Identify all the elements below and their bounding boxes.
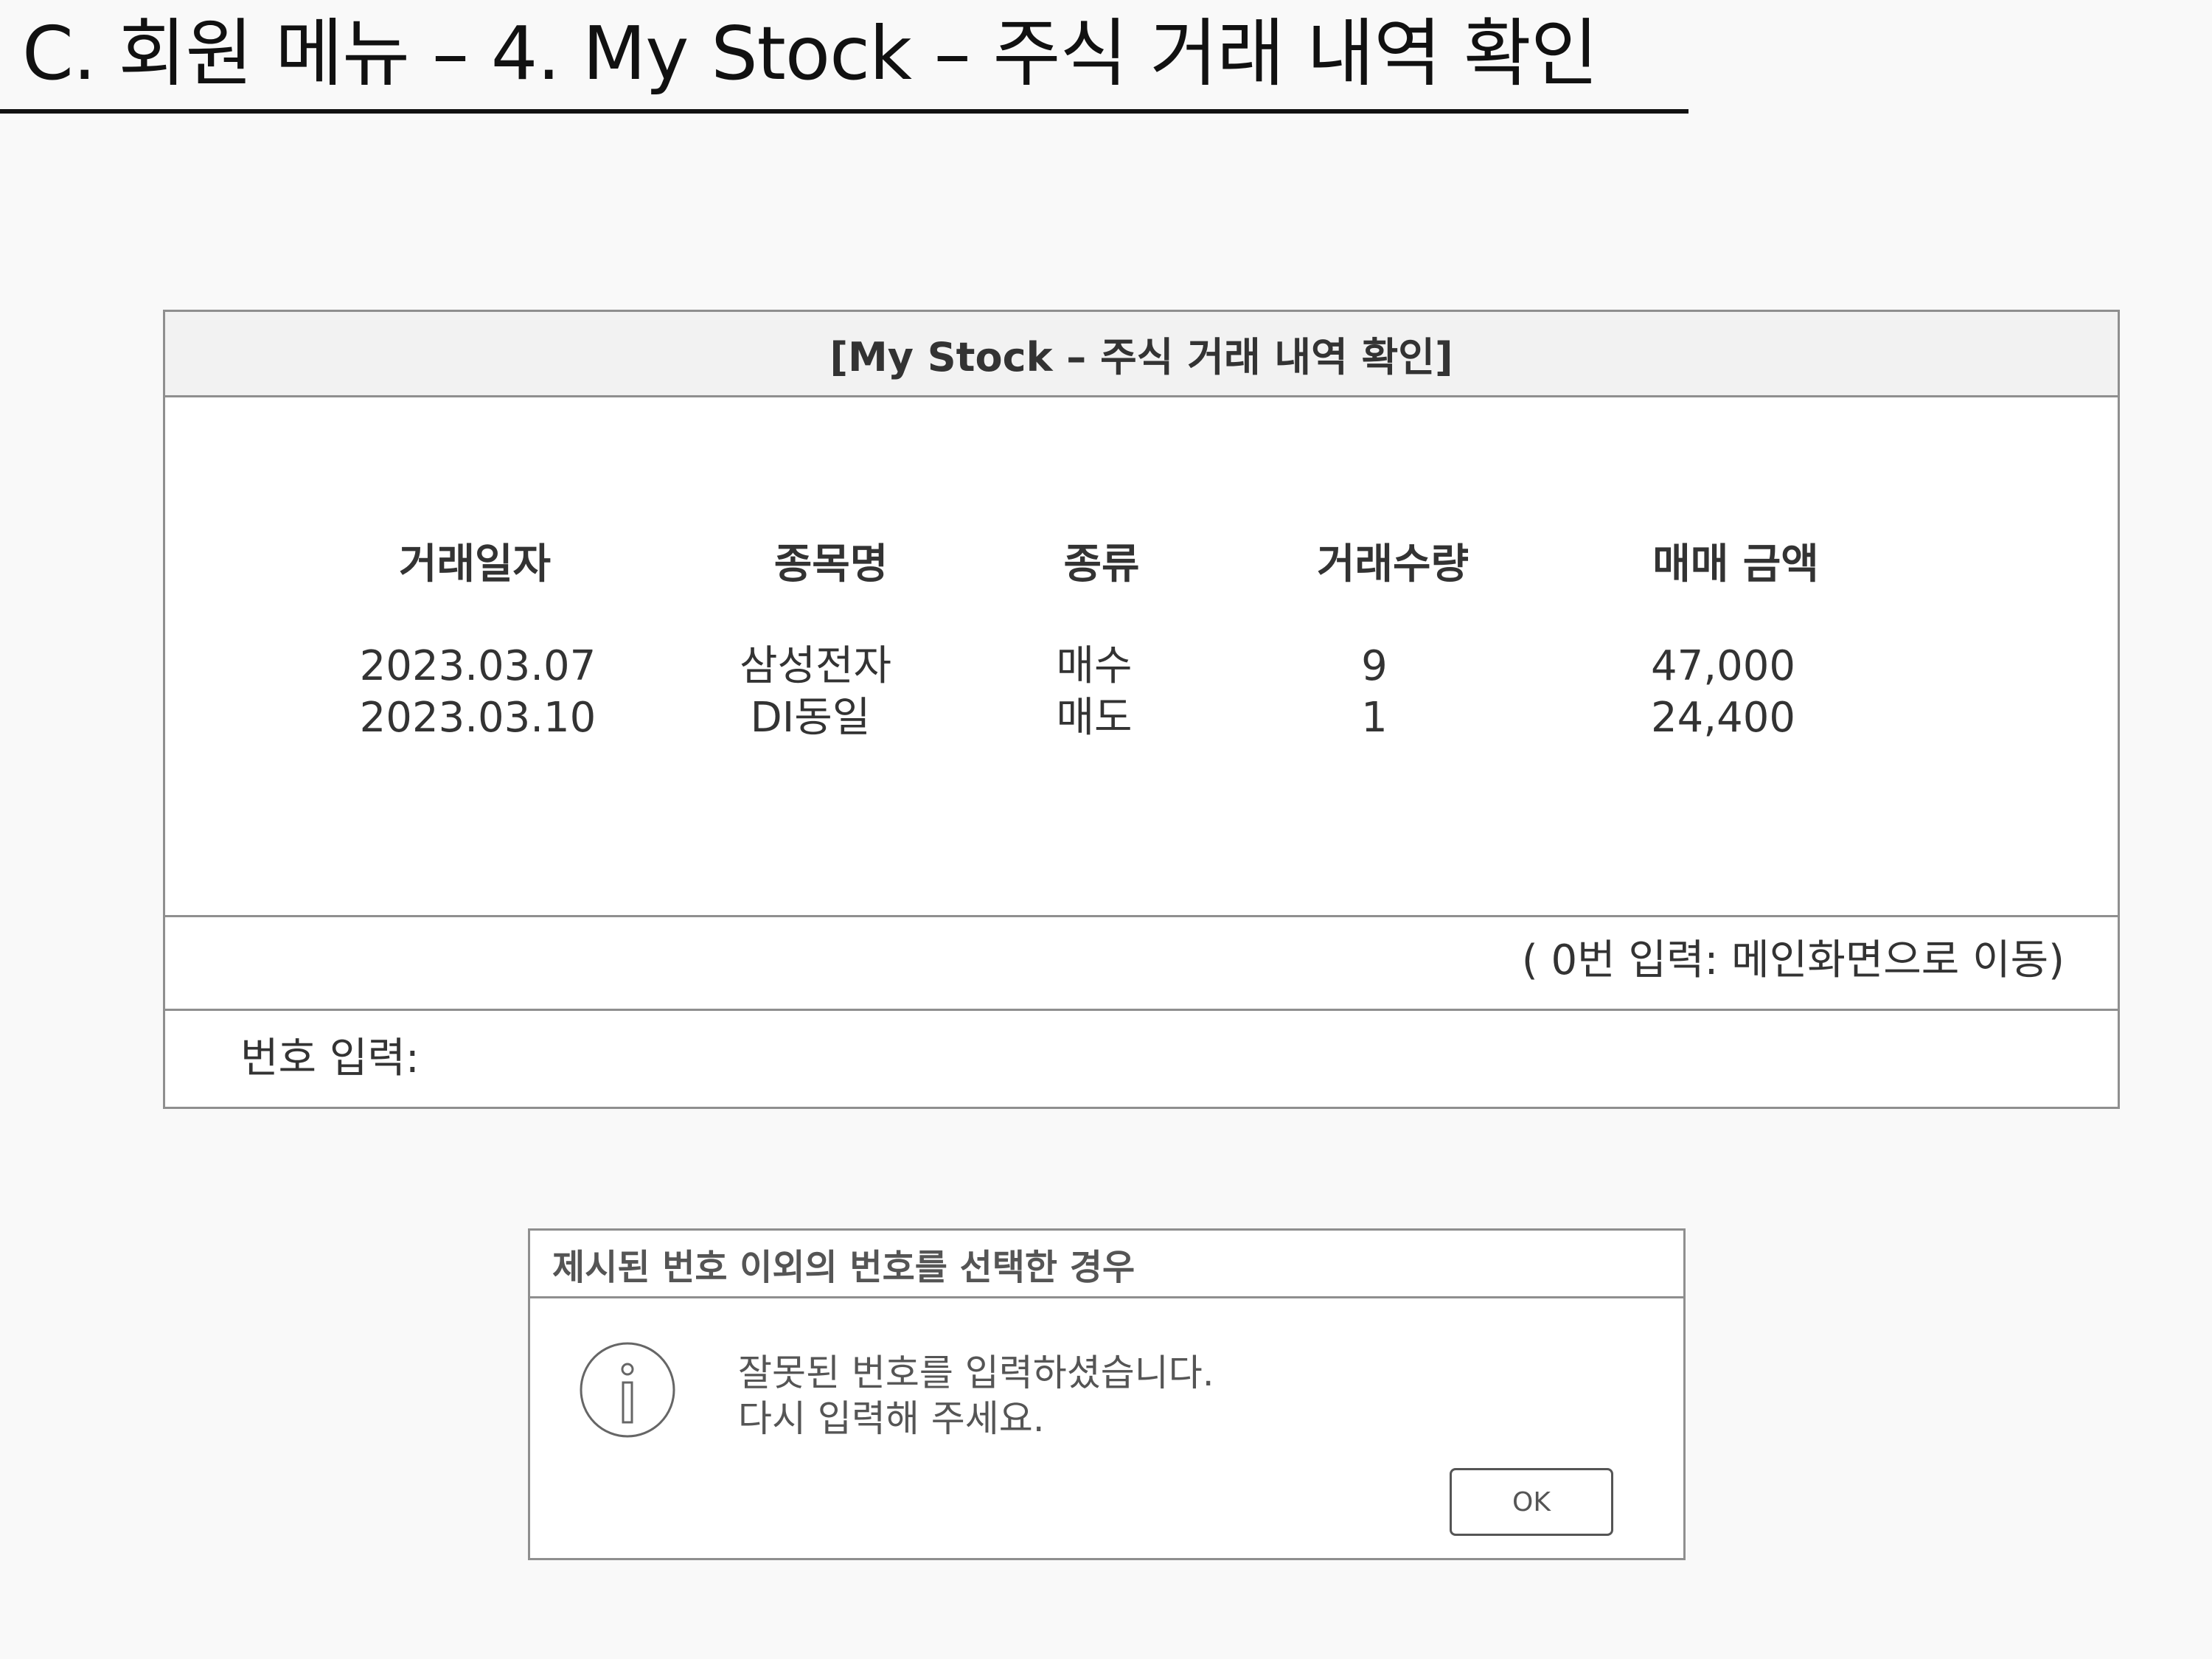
ok-button[interactable]: OK xyxy=(1450,1468,1613,1536)
column-header-trade-type: 종류 xyxy=(1063,540,1140,588)
hint-row: ( 0번 입력: 메인화면으로 이동) xyxy=(165,915,2118,1011)
cell-quantity: 9 xyxy=(1361,642,1388,690)
cell-trade-type: 매수 xyxy=(1056,642,1133,690)
dialog-message: 잘못된 번호를 입력하셨습니다. 다시 입력해 주세요. xyxy=(738,1350,1214,1441)
cell-trade-date: 2023.03.07 xyxy=(359,642,597,690)
info-icon xyxy=(580,1342,675,1438)
dialog-message-line-2: 다시 입력해 주세요. xyxy=(738,1397,1045,1440)
window-header: [My Stock – 주식 거래 내역 확인] xyxy=(165,312,2118,397)
stock-history-window: [My Stock – 주식 거래 내역 확인] 거래일자 종목명 종류 거래수… xyxy=(163,310,2120,1109)
dialog-message-line-1: 잘못된 번호를 입력하셨습니다. xyxy=(738,1352,1214,1394)
title-underline xyxy=(0,109,1688,114)
column-header-stock-name: 종목명 xyxy=(773,540,888,588)
cell-trade-type: 매도 xyxy=(1056,694,1133,742)
main-menu-hint: ( 0번 입력: 메인화면으로 이동) xyxy=(1521,936,2065,984)
cell-stock-name: DI동일 xyxy=(750,694,871,742)
dialog-title: 제시된 번호 이외의 번호를 선택한 경우 xyxy=(530,1231,1683,1298)
error-dialog: 제시된 번호 이외의 번호를 선택한 경우 잘못된 번호를 입력하셨습니다. 다… xyxy=(528,1228,1686,1560)
cell-amount: 47,000 xyxy=(1651,642,1795,690)
cell-trade-date: 2023.03.10 xyxy=(359,694,597,742)
slide-title: C. 회원 메뉴 – 4. My Stock – 주식 거래 내역 확인 xyxy=(22,10,1599,97)
number-input-row[interactable]: 번호 입력: xyxy=(165,1011,2118,1107)
column-header-trade-date: 거래일자 xyxy=(398,540,552,588)
cell-quantity: 1 xyxy=(1361,694,1388,742)
column-header-quantity: 거래수량 xyxy=(1316,540,1470,588)
cell-amount: 24,400 xyxy=(1651,694,1795,742)
cell-stock-name: 삼성전자 xyxy=(739,642,892,690)
column-header-amount: 매매 금액 xyxy=(1652,540,1819,588)
number-input-label: 번호 입력: xyxy=(240,1034,420,1082)
